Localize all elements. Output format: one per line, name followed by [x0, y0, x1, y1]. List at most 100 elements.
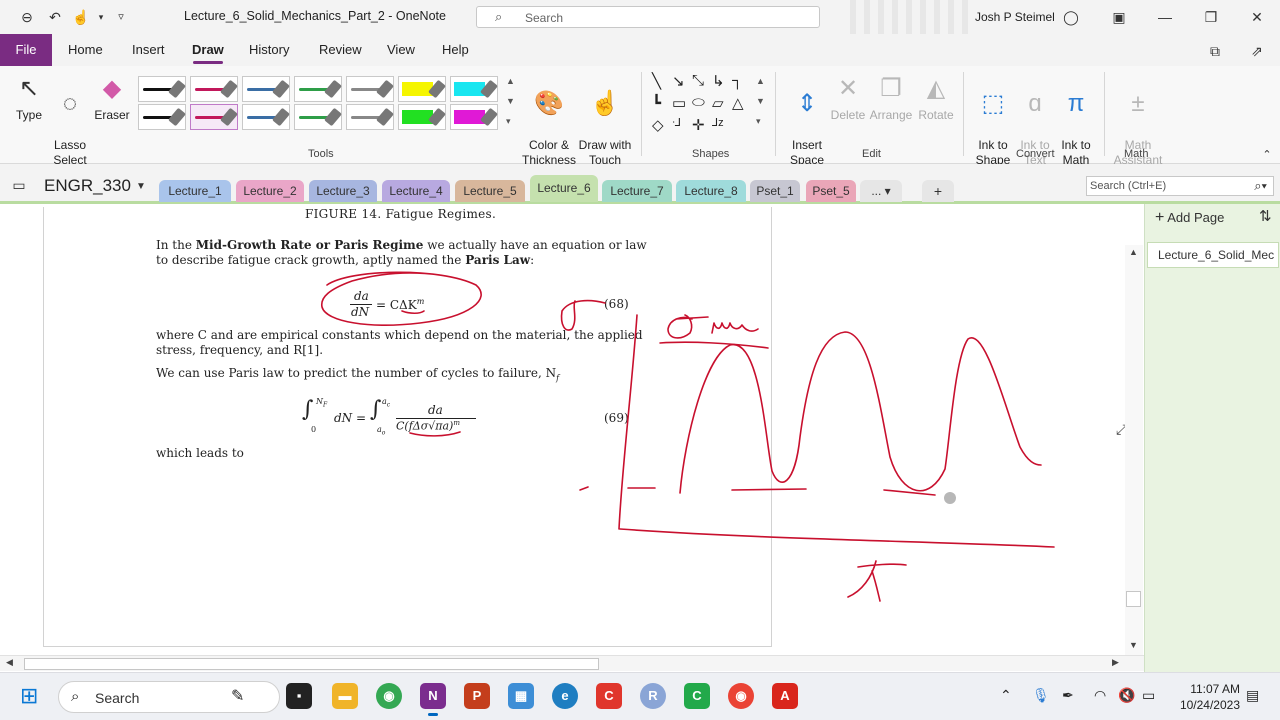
edge-icon[interactable]: e — [552, 683, 578, 709]
parallelogram-shape-icon[interactable]: ▱ — [712, 94, 724, 112]
double-arrow-shape-icon[interactable]: ⤡ — [692, 72, 704, 89]
task-view-icon[interactable]: ▪ — [286, 683, 312, 709]
ink-to-shape-button[interactable]: ⬚ Ink to Shape — [972, 74, 1014, 168]
ink-to-math-button[interactable]: π Ink to Math — [1056, 74, 1096, 168]
share-icon[interactable]: ⇗ — [1248, 42, 1266, 60]
gallery-down-icon[interactable]: ▼ — [506, 96, 515, 106]
page-search-input[interactable]: Search (Ctrl+E) ⌕▾ — [1086, 176, 1274, 196]
draw-with-touch-button[interactable]: ☝ Draw with Touch — [576, 74, 634, 168]
chevron-down-icon[interactable]: ▼ — [132, 178, 150, 196]
volume-icon[interactable]: 🔇 — [1118, 687, 1135, 704]
wifi-icon[interactable]: ◠ — [1094, 687, 1106, 704]
bracket-shape-icon[interactable]: ┗ — [652, 94, 661, 112]
ribbon-display-icon[interactable]: ▣ — [1110, 8, 1128, 26]
pen-icon[interactable]: ✒ — [1062, 687, 1074, 704]
minimize-icon[interactable]: — — [1156, 8, 1174, 26]
gallery-up-icon[interactable]: ▲ — [506, 76, 515, 86]
pen-swatch[interactable] — [398, 76, 446, 102]
page-canvas[interactable]: FIGURE 14. Fatigue Regimes. In the Mid-G… — [0, 207, 1144, 655]
shapes-more-icon[interactable]: ▾ — [756, 116, 761, 127]
pen-swatch[interactable] — [346, 76, 394, 102]
camtasia-green-icon[interactable]: C — [684, 683, 710, 709]
section-tab-lecture_6[interactable]: Lecture_6 — [530, 175, 598, 202]
pen-swatch[interactable] — [138, 104, 186, 130]
open-window-icon[interactable]: ⧉ — [1206, 42, 1224, 60]
close-icon[interactable]: ✕ — [1248, 8, 1266, 26]
powerpoint-icon[interactable]: P — [464, 683, 490, 709]
scroll-thumb[interactable] — [24, 658, 599, 670]
diamond-shape-icon[interactable]: ◇ — [652, 116, 664, 134]
pen-swatch[interactable] — [294, 104, 342, 130]
section-tab-lecture_3[interactable]: Lecture_3 — [309, 180, 377, 202]
pen-swatch[interactable] — [450, 76, 498, 102]
lasso-select-button[interactable]: ◌ Lasso Select — [50, 74, 90, 168]
notebook-name[interactable]: ENGR_330 — [44, 176, 131, 196]
type-button[interactable]: ↖ Type — [10, 74, 48, 123]
chevron-down-icon[interactable]: ▾ — [92, 8, 110, 26]
add-page-button[interactable]: + Add Page — [1155, 209, 1224, 227]
network-app-icon[interactable]: ▦ — [508, 683, 534, 709]
user-name[interactable]: Josh P Steimel — [975, 10, 1055, 24]
corner-shape-icon[interactable]: ┐ — [732, 72, 743, 89]
pen-swatch[interactable] — [190, 76, 238, 102]
page-item[interactable]: Lecture_6_Solid_Mec — [1147, 242, 1279, 268]
horizontal-scrollbar[interactable]: ◀ ▶ — [0, 655, 1144, 671]
pen-swatch[interactable] — [450, 104, 498, 130]
cross-graph-icon[interactable]: ✛ — [692, 116, 705, 134]
triangle-shape-icon[interactable]: △ — [732, 94, 744, 112]
collapse-ribbon-icon[interactable]: ⌃ — [1258, 146, 1276, 164]
onenote-icon[interactable]: N — [420, 683, 446, 716]
windows-start-icon[interactable]: ⊞ — [20, 683, 38, 709]
tab-home[interactable]: Home — [68, 42, 103, 57]
scroll-left-icon[interactable]: ◀ — [6, 657, 13, 668]
xyz-graph-icon[interactable]: ⅃z — [712, 116, 724, 129]
notebook-icon[interactable]: ▭ — [10, 176, 28, 194]
taskbar-search[interactable]: ⌕ Search ✎ — [58, 681, 280, 713]
xy-graph-icon[interactable]: ᐧ⅃ — [672, 116, 681, 129]
more-sections-button[interactable]: ... ▾ — [860, 180, 902, 202]
rectangle-shape-icon[interactable]: ▭ — [672, 94, 686, 112]
microphone-icon[interactable]: 🎙 — [1032, 687, 1050, 704]
section-tab-pset_1[interactable]: Pset_1 — [750, 180, 800, 202]
add-section-button[interactable]: + — [922, 180, 954, 202]
shapes-up-icon[interactable]: ▲ — [756, 76, 765, 86]
tab-help[interactable]: Help — [442, 42, 469, 57]
undo-icon[interactable]: ↶ — [46, 8, 64, 26]
section-tab-lecture_2[interactable]: Lecture_2 — [236, 180, 304, 202]
clock[interactable]: 11:07 AM 10/24/2023 — [1170, 681, 1240, 713]
tab-history[interactable]: History — [249, 42, 289, 57]
gallery-more-icon[interactable]: ▾ — [506, 116, 511, 127]
pen-swatch[interactable] — [398, 104, 446, 130]
color-thickness-button[interactable]: 🎨 Color & Thickness — [522, 74, 576, 168]
customize-toolbar-icon[interactable]: ▿ — [112, 8, 130, 26]
pen-swatch[interactable] — [190, 104, 238, 130]
tab-file[interactable]: File — [0, 34, 52, 66]
camtasia-icon[interactable]: C — [596, 683, 622, 709]
arrow-shape-icon[interactable]: ↘ — [672, 72, 685, 90]
chrome-profile-icon[interactable]: ◉ — [728, 683, 754, 709]
section-tab-pset_5[interactable]: Pset_5 — [806, 180, 856, 202]
pen-swatch[interactable] — [242, 104, 290, 130]
scroll-down-icon[interactable]: ▼ — [1129, 640, 1138, 650]
arrange-button[interactable]: ❐ Arrange — [868, 74, 914, 123]
section-tab-lecture_1[interactable]: Lecture_1 — [159, 180, 231, 202]
vertical-scrollbar[interactable]: ▲ ▼ — [1125, 245, 1143, 655]
chrome-icon[interactable]: ◉ — [376, 683, 402, 709]
back-icon[interactable]: ⊖ — [18, 8, 36, 26]
pen-swatch[interactable] — [138, 76, 186, 102]
avatar-icon[interactable]: ◯ — [1062, 8, 1080, 26]
scroll-thumb[interactable] — [1126, 591, 1141, 607]
ink-annotation-layer[interactable] — [0, 207, 1144, 655]
r-icon[interactable]: R — [640, 683, 666, 709]
section-tab-lecture_4[interactable]: Lecture_4 — [382, 180, 450, 202]
notification-icon[interactable]: ▤ — [1246, 687, 1259, 704]
section-tab-lecture_8[interactable]: Lecture_8 — [676, 180, 746, 202]
section-tab-lecture_5[interactable]: Lecture_5 — [455, 180, 525, 202]
tab-draw[interactable]: Draw — [192, 42, 224, 57]
line-shape-icon[interactable]: ╲ — [652, 72, 661, 90]
tab-review[interactable]: Review — [319, 42, 362, 57]
tab-insert[interactable]: Insert — [132, 42, 165, 57]
restore-icon[interactable]: ❐ — [1202, 8, 1220, 26]
tab-view[interactable]: View — [387, 42, 415, 57]
scroll-up-icon[interactable]: ▲ — [1129, 247, 1138, 257]
